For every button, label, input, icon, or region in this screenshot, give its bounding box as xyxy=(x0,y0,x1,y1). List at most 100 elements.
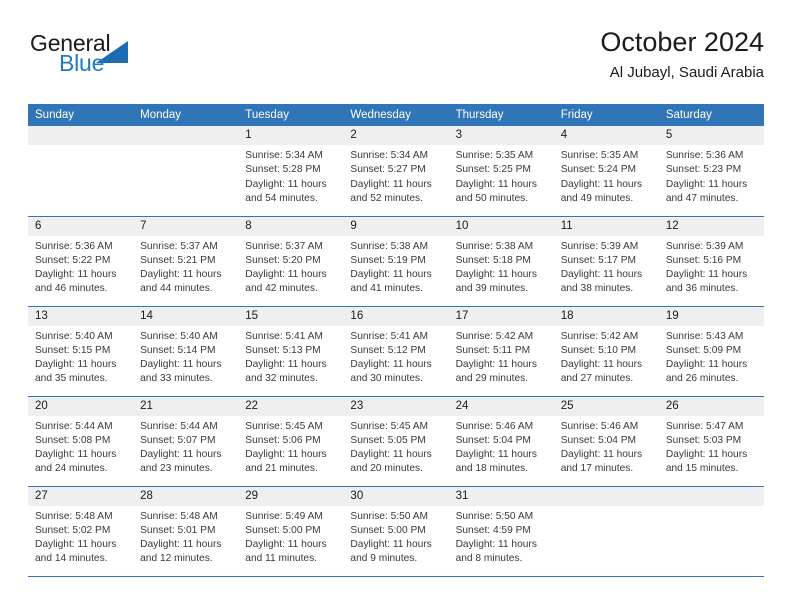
weekday-header-tuesday: Tuesday xyxy=(238,104,344,126)
sunrise-text: Sunrise: 5:39 AM xyxy=(560,240,639,252)
day-number xyxy=(28,126,134,145)
calendar-day-cell[interactable]: 8 Sunrise: 5:37 AM Sunset: 5:20 PM Daylight… xyxy=(238,215,344,306)
sunrise-text: Sunrise: 5:49 AM xyxy=(245,510,323,522)
daylight-text: Daylight: 11 hours and 41 minutes. xyxy=(350,269,432,295)
day-details: Sunrise: 5:42 AM Sunset: 5:10 PM Daylight:… xyxy=(554,326,659,387)
day-details: Sunrise: 5:45 AM Sunset: 5:05 PM Daylight:… xyxy=(343,416,448,477)
calendar-body: 1 Sunrise: 5:34 AM Sunset: 5:28 PM Daylight… xyxy=(28,126,764,577)
sunrise-text: Sunrise: 5:38 AM xyxy=(455,240,534,252)
calendar-empty-cell xyxy=(553,485,659,577)
calendar-week-row: 1 Sunrise: 5:34 AM Sunset: 5:28 PM Daylight… xyxy=(28,126,764,216)
daylight-text: Daylight: 11 hours and 24 minutes. xyxy=(35,449,117,475)
day-details: Sunrise: 5:38 AM Sunset: 5:18 PM Daylight:… xyxy=(449,236,554,297)
day-number: 21 xyxy=(133,396,239,416)
daylight-text: Daylight: 11 hours and 21 minutes. xyxy=(245,449,327,475)
day-details: Sunrise: 5:40 AM Sunset: 5:14 PM Daylight:… xyxy=(133,326,238,387)
sunrise-text: Sunrise: 5:45 AM xyxy=(245,420,323,432)
daylight-text: Daylight: 11 hours and 20 minutes. xyxy=(350,449,432,475)
calendar-day-cell[interactable]: 31 Sunrise: 5:50 AM Sunset: 4:59 PM Dayligh… xyxy=(448,485,554,577)
day-details: Sunrise: 5:42 AM Sunset: 5:11 PM Daylight:… xyxy=(449,326,554,387)
sunset-text: Sunset: 5:11 PM xyxy=(455,344,531,356)
calendar-day-cell[interactable]: 11 Sunrise: 5:39 AM Sunset: 5:17 PM Dayligh… xyxy=(553,215,659,306)
sunrise-text: Sunrise: 5:44 AM xyxy=(35,420,113,432)
title-block: October 2024 Al Jubayl, Saudi Arabia xyxy=(600,26,764,82)
calendar-day-cell[interactable]: 7 Sunrise: 5:37 AM Sunset: 5:21 PM Daylight… xyxy=(133,215,239,306)
calendar-day-cell[interactable]: 30 Sunrise: 5:50 AM Sunset: 5:00 PM Dayligh… xyxy=(343,485,449,577)
daylight-text: Daylight: 11 hours and 54 minutes. xyxy=(245,178,327,204)
calendar-day-cell[interactable]: 12 Sunrise: 5:39 AM Sunset: 5:16 PM Dayligh… xyxy=(658,215,764,306)
day-details: Sunrise: 5:48 AM Sunset: 5:01 PM Daylight:… xyxy=(133,506,238,567)
daylight-text: Daylight: 11 hours and 33 minutes. xyxy=(140,359,222,385)
calendar-day-cell[interactable]: 27 Sunrise: 5:48 AM Sunset: 5:02 PM Dayligh… xyxy=(28,485,134,577)
daylight-text: Daylight: 11 hours and 12 minutes. xyxy=(140,539,222,565)
day-number: 14 xyxy=(133,306,239,326)
general-blue-logo[interactable]: General Blue xyxy=(28,30,258,92)
calendar-day-cell[interactable]: 26 Sunrise: 5:47 AM Sunset: 5:03 PM Dayligh… xyxy=(658,395,764,486)
sunset-text: Sunset: 5:02 PM xyxy=(35,524,111,536)
calendar-day-cell[interactable]: 3 Sunrise: 5:35 AM Sunset: 5:25 PM Daylight… xyxy=(448,126,554,216)
calendar-day-cell[interactable]: 25 Sunrise: 5:46 AM Sunset: 5:04 PM Dayligh… xyxy=(553,395,659,486)
calendar-day-cell[interactable]: 16 Sunrise: 5:41 AM Sunset: 5:12 PM Dayligh… xyxy=(343,305,449,396)
calendar-day-cell[interactable]: 17 Sunrise: 5:42 AM Sunset: 5:11 PM Dayligh… xyxy=(448,305,554,396)
day-details: Sunrise: 5:45 AM Sunset: 5:06 PM Daylight:… xyxy=(238,416,343,477)
day-details: Sunrise: 5:50 AM Sunset: 4:59 PM Daylight:… xyxy=(449,506,554,567)
calendar-day-cell[interactable]: 24 Sunrise: 5:46 AM Sunset: 5:04 PM Dayligh… xyxy=(448,395,554,486)
calendar-day-cell[interactable]: 20 Sunrise: 5:44 AM Sunset: 5:08 PM Dayligh… xyxy=(28,395,134,486)
day-number: 19 xyxy=(658,306,764,326)
calendar-day-cell[interactable]: 1 Sunrise: 5:34 AM Sunset: 5:28 PM Daylight… xyxy=(238,126,344,216)
day-details: Sunrise: 5:36 AM Sunset: 5:23 PM Daylight:… xyxy=(659,145,764,206)
sunset-text: Sunset: 5:10 PM xyxy=(560,344,637,356)
daylight-text: Daylight: 11 hours and 29 minutes. xyxy=(455,359,537,385)
daylight-text: Daylight: 11 hours and 35 minutes. xyxy=(35,359,117,385)
sunset-text: Sunset: 5:08 PM xyxy=(35,434,111,446)
calendar-day-cell[interactable]: 4 Sunrise: 5:35 AM Sunset: 5:24 PM Daylight… xyxy=(553,126,659,216)
day-number: 3 xyxy=(448,126,554,145)
page-title: October 2024 xyxy=(600,27,764,57)
day-number: 2 xyxy=(343,126,449,145)
day-details: Sunrise: 5:46 AM Sunset: 5:04 PM Daylight:… xyxy=(554,416,659,477)
day-number: 8 xyxy=(238,216,344,236)
calendar-day-cell[interactable]: 21 Sunrise: 5:44 AM Sunset: 5:07 PM Dayligh… xyxy=(133,395,239,486)
sunrise-text: Sunrise: 5:48 AM xyxy=(140,510,218,522)
calendar-day-cell[interactable]: 29 Sunrise: 5:49 AM Sunset: 5:00 PM Dayligh… xyxy=(238,485,344,577)
daylight-text: Daylight: 11 hours and 26 minutes. xyxy=(665,359,748,385)
calendar-day-cell[interactable]: 28 Sunrise: 5:48 AM Sunset: 5:01 PM Dayligh… xyxy=(133,485,239,577)
calendar-day-cell[interactable]: 18 Sunrise: 5:42 AM Sunset: 5:10 PM Dayligh… xyxy=(553,305,659,396)
sunrise-text: Sunrise: 5:38 AM xyxy=(350,240,429,252)
sunset-text: Sunset: 5:28 PM xyxy=(245,164,321,176)
calendar-day-cell[interactable]: 14 Sunrise: 5:40 AM Sunset: 5:14 PM Dayligh… xyxy=(133,305,239,396)
sunrise-text: Sunrise: 5:47 AM xyxy=(665,420,744,432)
calendar-week-row: 27 Sunrise: 5:48 AM Sunset: 5:02 PM Dayligh… xyxy=(28,485,764,577)
sunrise-text: Sunrise: 5:40 AM xyxy=(140,330,218,342)
day-details: Sunrise: 5:41 AM Sunset: 5:12 PM Daylight:… xyxy=(343,326,448,387)
calendar-day-cell[interactable]: 19 Sunrise: 5:43 AM Sunset: 5:09 PM Dayligh… xyxy=(658,305,764,396)
calendar-day-cell[interactable]: 6 Sunrise: 5:36 AM Sunset: 5:22 PM Daylight… xyxy=(28,215,134,306)
weekday-header-saturday: Saturday xyxy=(658,104,764,126)
sunrise-text: Sunrise: 5:46 AM xyxy=(560,420,639,432)
calendar-empty-cell xyxy=(28,126,134,216)
calendar-day-cell[interactable]: 13 Sunrise: 5:40 AM Sunset: 5:15 PM Dayligh… xyxy=(28,305,134,396)
calendar-day-cell[interactable]: 5 Sunrise: 5:36 AM Sunset: 5:23 PM Daylight… xyxy=(658,126,764,216)
day-number: 4 xyxy=(553,126,659,145)
calendar-day-cell[interactable]: 10 Sunrise: 5:38 AM Sunset: 5:18 PM Dayligh… xyxy=(448,215,554,306)
daylight-text: Daylight: 11 hours and 17 minutes. xyxy=(560,449,643,475)
calendar-day-cell[interactable]: 23 Sunrise: 5:45 AM Sunset: 5:05 PM Dayligh… xyxy=(343,395,449,486)
sunrise-text: Sunrise: 5:43 AM xyxy=(665,330,744,342)
sunset-text: Sunset: 5:21 PM xyxy=(140,254,216,266)
daylight-text: Daylight: 11 hours and 36 minutes. xyxy=(665,269,748,295)
calendar-day-cell[interactable]: 2 Sunrise: 5:34 AM Sunset: 5:27 PM Daylight… xyxy=(343,126,449,216)
sunrise-text: Sunrise: 5:41 AM xyxy=(350,330,429,342)
sunrise-text: Sunrise: 5:37 AM xyxy=(140,240,218,252)
calendar-day-cell[interactable]: 22 Sunrise: 5:45 AM Sunset: 5:06 PM Dayligh… xyxy=(238,395,344,486)
sunset-text: Sunset: 5:07 PM xyxy=(140,434,216,446)
day-details: Sunrise: 5:34 AM Sunset: 5:28 PM Daylight:… xyxy=(238,145,343,206)
day-details: Sunrise: 5:38 AM Sunset: 5:19 PM Daylight:… xyxy=(343,236,448,297)
sunrise-text: Sunrise: 5:37 AM xyxy=(245,240,323,252)
weekday-header-wednesday: Wednesday xyxy=(343,104,449,126)
calendar-day-cell[interactable]: 15 Sunrise: 5:41 AM Sunset: 5:13 PM Dayligh… xyxy=(238,305,344,396)
day-number: 23 xyxy=(343,396,449,416)
calendar-day-cell[interactable]: 9 Sunrise: 5:38 AM Sunset: 5:19 PM Daylight… xyxy=(343,215,449,306)
daylight-text: Daylight: 11 hours and 9 minutes. xyxy=(350,539,432,565)
daylight-text: Daylight: 11 hours and 27 minutes. xyxy=(560,359,643,385)
day-number: 1 xyxy=(238,126,344,145)
